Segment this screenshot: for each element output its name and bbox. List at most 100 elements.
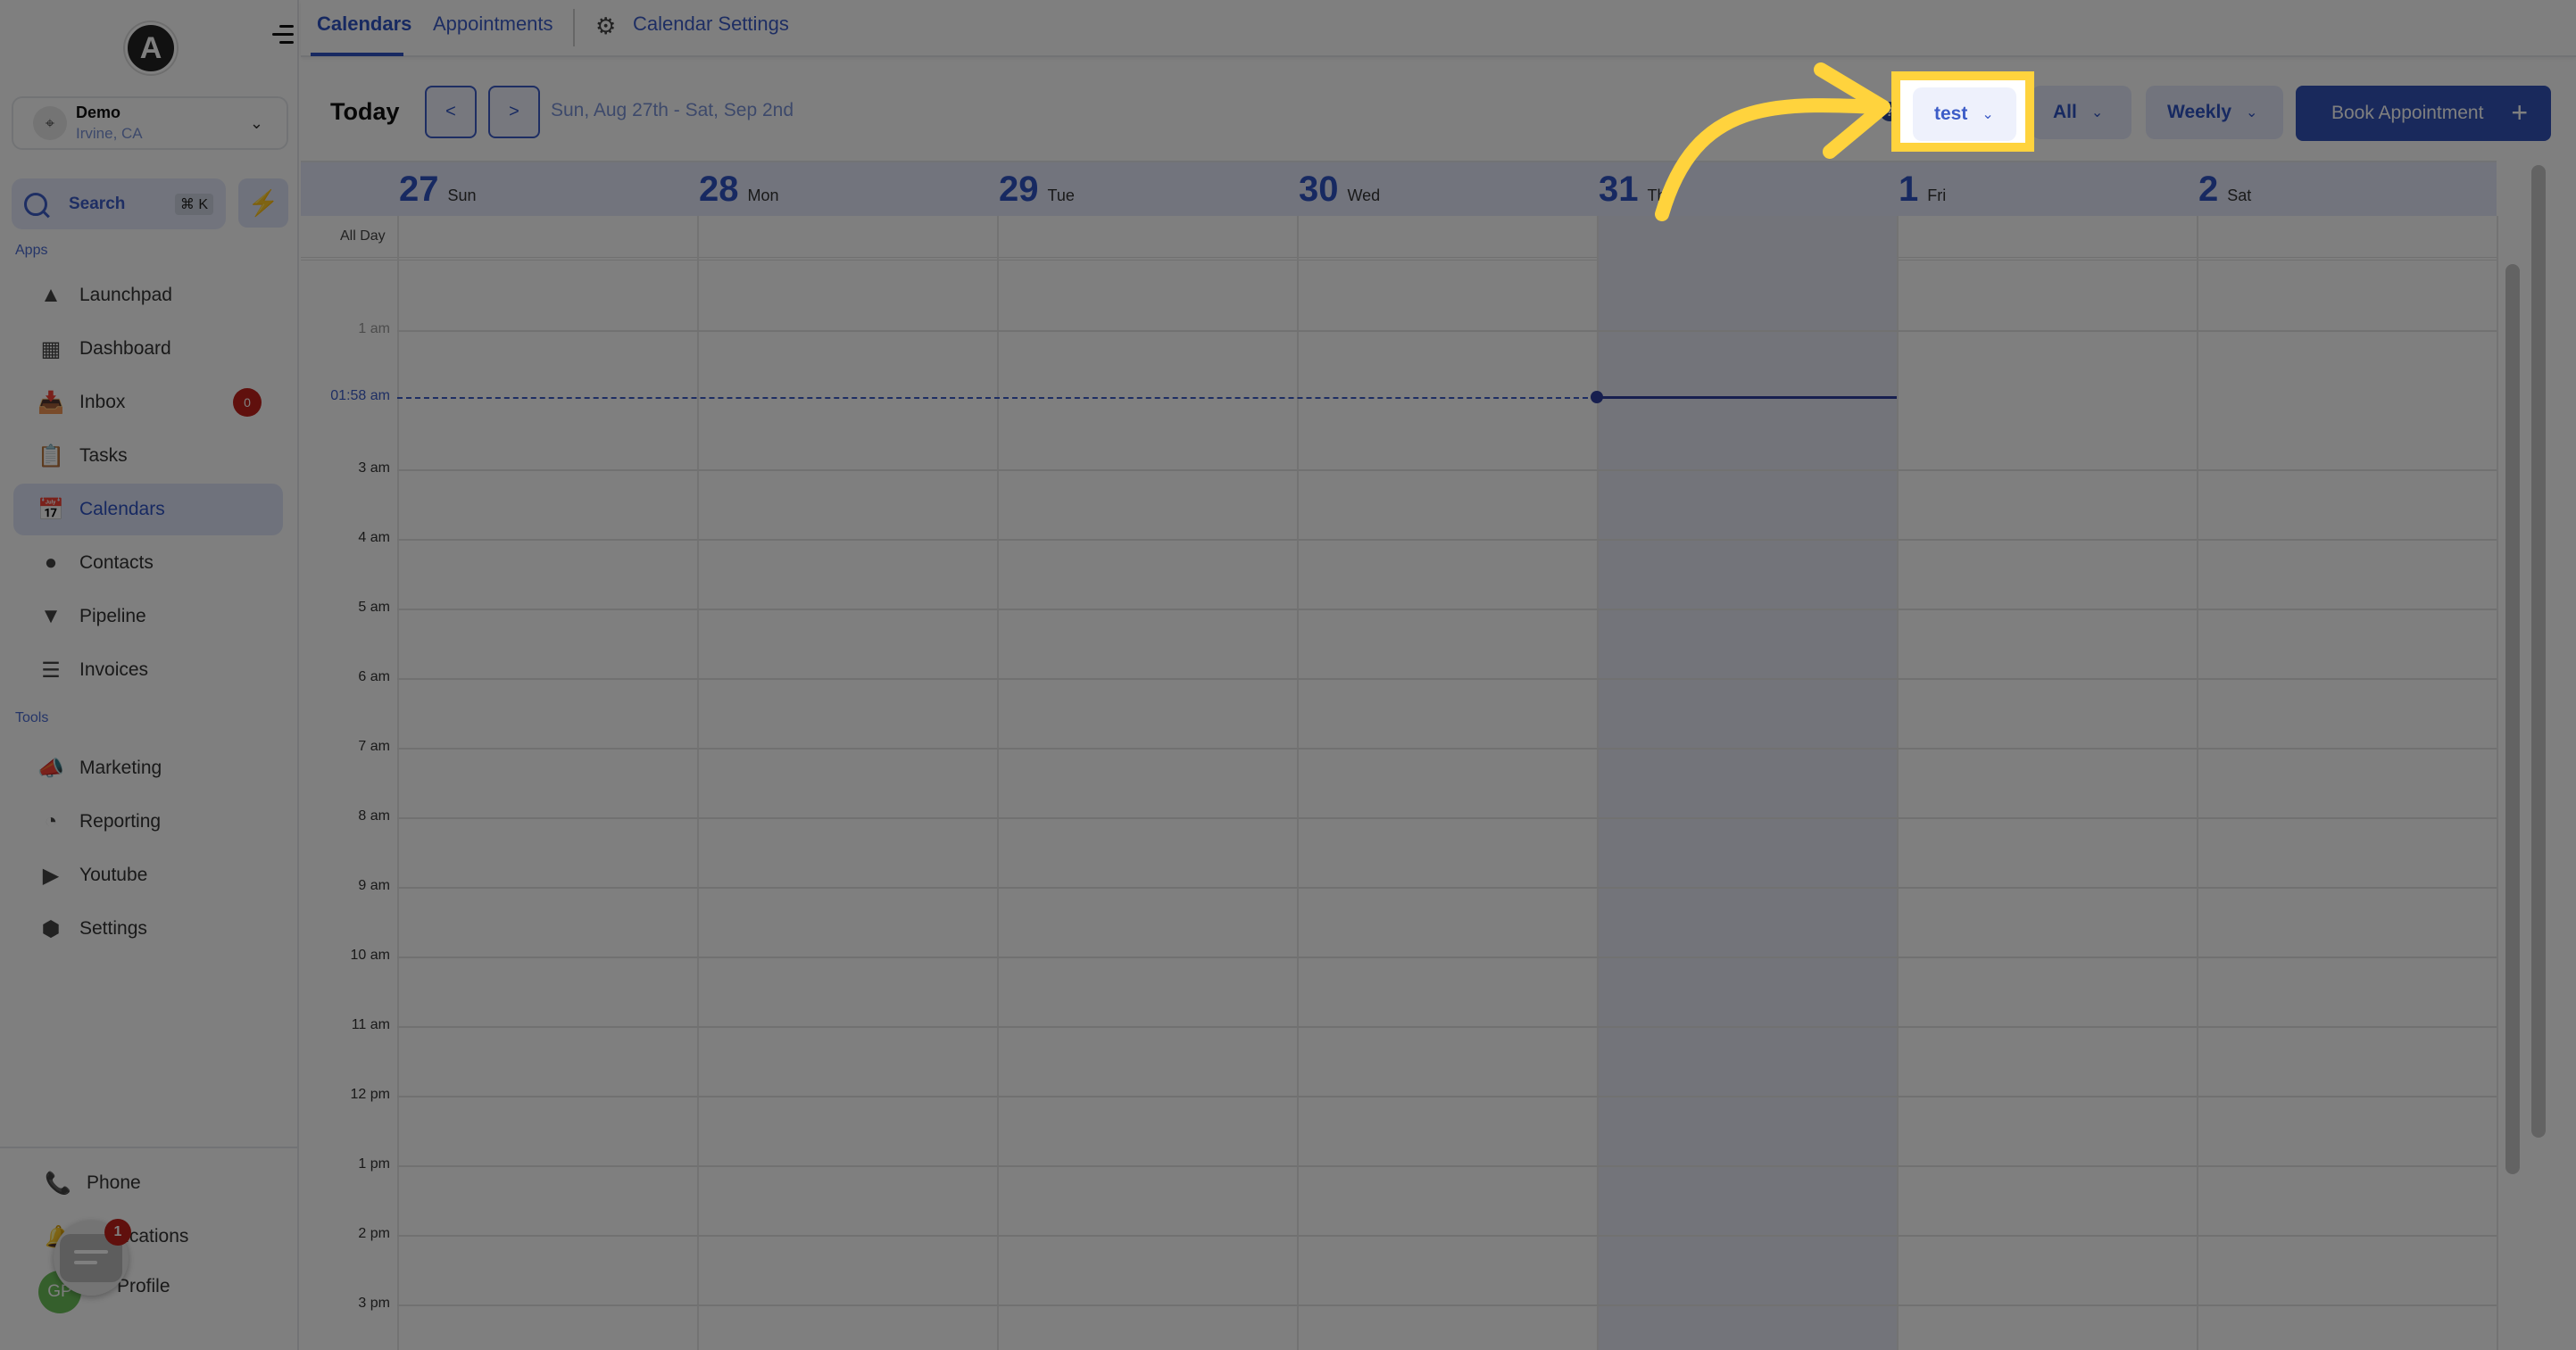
- day-header[interactable]: 29 Tue: [999, 170, 1075, 210]
- tab-calendars[interactable]: Calendars: [317, 12, 411, 36]
- location-switcher[interactable]: ⌖ Demo Irvine, CA ⌄: [12, 96, 288, 150]
- day-header[interactable]: 2 Sat: [2198, 170, 2251, 210]
- day-header[interactable]: 27 Sun: [399, 170, 477, 210]
- calendar-select[interactable]: test ⌄: [1913, 87, 2016, 141]
- tab-appointments[interactable]: Appointments: [433, 12, 553, 36]
- hour-gridline: [397, 887, 2497, 889]
- sidebar-item-phone[interactable]: 📞 Phone: [13, 1157, 283, 1209]
- sidebar-item-reporting[interactable]: ◔ Reporting: [13, 796, 283, 848]
- day-name: Mon: [747, 186, 779, 204]
- quick-actions-button[interactable]: ⚡: [238, 178, 288, 228]
- sidebar-item-contacts[interactable]: ● Contacts: [13, 537, 283, 589]
- sidebar-item-label: Reporting: [79, 811, 162, 832]
- day-name: Fri: [1927, 186, 1947, 204]
- view-select[interactable]: Weekly ⌄: [2146, 86, 2283, 139]
- chevron-down-icon: ⌄: [1982, 107, 1994, 122]
- app-window: A ⌖ Demo Irvine, CA ⌄ Search ⌘ K ⚡ Apps …: [0, 0, 2576, 1350]
- current-time-line-past: [397, 397, 1597, 400]
- time-grid[interactable]: 1 am 3 am 4 am 5 am 6 am 7 am 8 am 9 am 10 am 11 …: [301, 216, 2498, 1350]
- collapse-sidebar-button[interactable]: [272, 25, 294, 45]
- hour-gridline: [397, 817, 2497, 819]
- hour-label: 12 pm: [350, 1087, 390, 1102]
- hour-label: 5 am: [358, 600, 390, 615]
- grid-scrollbar[interactable]: [2505, 264, 2520, 1174]
- clipboard-icon: 📋: [37, 443, 64, 468]
- all-day-label: All Day: [340, 228, 386, 244]
- day-name: Tue: [1047, 186, 1075, 204]
- sidebar-item-invoices[interactable]: ☰ Invoices: [13, 644, 283, 696]
- search-icon: [24, 192, 47, 216]
- section-apps: Apps: [15, 243, 48, 258]
- search-button[interactable]: Search ⌘ K: [12, 178, 226, 229]
- location-pin-icon: ⌖: [33, 106, 67, 140]
- menu-line: [279, 25, 294, 28]
- sidebar-item-label: Dashboard: [79, 338, 171, 359]
- filter-select[interactable]: All ⌄: [2032, 86, 2131, 139]
- sidebar-item-dashboard[interactable]: ▦ Dashboard: [13, 323, 283, 375]
- sidebar-item-label: Youtube: [79, 865, 148, 885]
- sidebar-item-pipeline[interactable]: ▼ Pipeline: [13, 591, 283, 642]
- day-column-divider: [1897, 216, 1899, 1350]
- sidebar-item-label: Phone: [87, 1172, 141, 1193]
- hour-label: 3 am: [358, 460, 390, 476]
- sidebar-item-marketing[interactable]: 📣 Marketing: [13, 742, 283, 794]
- prev-week-button[interactable]: <: [425, 86, 477, 138]
- today-button[interactable]: Today: [330, 98, 400, 126]
- sidebar-item-label: Calendars: [79, 499, 165, 519]
- current-time-label: 01:58 am: [330, 388, 390, 404]
- sidebar-item-label: Inbox: [79, 392, 126, 412]
- tab-divider: [573, 9, 575, 46]
- hour-gridline: [397, 957, 2497, 958]
- sidebar-item-label: Marketing: [79, 758, 162, 778]
- book-appointment-label: Book Appointment: [2331, 103, 2484, 123]
- location-city: Irvine, CA: [76, 125, 143, 142]
- sidebar-item-label: Invoices: [79, 659, 149, 680]
- sidebar-divider: [0, 1147, 299, 1148]
- hour-gridline: [397, 539, 2497, 541]
- shortcut-hint: ⌘ K: [174, 194, 213, 215]
- hour-gridline: [397, 1026, 2497, 1028]
- logo-letter: A: [139, 30, 162, 65]
- day-header[interactable]: 30 Wed: [1299, 170, 1380, 210]
- day-number: 30: [1299, 170, 1339, 209]
- day-header[interactable]: 28 Mon: [699, 170, 779, 210]
- page-scrollbar[interactable]: [2531, 165, 2546, 1138]
- section-tools: Tools: [15, 710, 49, 725]
- hour-label: 1 am: [358, 321, 390, 336]
- hour-label: 6 am: [358, 669, 390, 684]
- sidebar-item-youtube[interactable]: ▶ Youtube: [13, 849, 283, 901]
- menu-line: [279, 41, 294, 44]
- hour-label: 10 am: [350, 948, 390, 963]
- tab-calendar-settings[interactable]: Calendar Settings: [633, 12, 789, 36]
- day-column-divider: [2497, 216, 2498, 1350]
- chevron-down-icon: ⌄: [2246, 105, 2258, 120]
- day-name: Sun: [447, 186, 477, 204]
- pie-chart-icon: ◔: [44, 809, 58, 833]
- date-range: Sun, Aug 27th - Sat, Sep 2nd: [551, 100, 794, 120]
- sidebar-item-launchpad[interactable]: ▲ Launchpad: [13, 269, 283, 321]
- sidebar-item-label: Profile: [117, 1276, 170, 1296]
- logo[interactable]: A: [125, 22, 177, 74]
- sidebar-item-inbox[interactable]: 📥 Inbox 0: [13, 377, 283, 428]
- next-week-button[interactable]: >: [488, 86, 540, 138]
- day-number: 31: [1599, 170, 1639, 209]
- sidebar-item-calendars[interactable]: 📅 Calendars: [13, 484, 283, 535]
- hour-label: 3 pm: [358, 1296, 390, 1311]
- day-number: 27: [399, 170, 439, 209]
- lightning-icon: ⚡: [247, 189, 279, 217]
- today-column-highlight: [1597, 216, 1897, 1350]
- location-name: Demo: [76, 104, 121, 121]
- book-appointment-button[interactable]: Book Appointment +: [2296, 86, 2551, 141]
- hour-label: 2 pm: [358, 1226, 390, 1241]
- inbox-count-badge: 0: [233, 388, 262, 417]
- sidebar-item-label: Pipeline: [79, 606, 146, 626]
- chevron-down-icon: ⌄: [249, 114, 263, 132]
- sidebar-item-label: Contacts: [79, 552, 154, 573]
- hour-gridline: [397, 609, 2497, 610]
- hour-gridline: [397, 678, 2497, 680]
- hour-label: 4 am: [358, 530, 390, 545]
- sidebar-item-label: Settings: [79, 918, 147, 939]
- sidebar-item-settings[interactable]: ⬢ Settings: [13, 903, 283, 955]
- day-column-divider: [2197, 216, 2198, 1350]
- sidebar-item-tasks[interactable]: 📋 Tasks: [13, 430, 283, 482]
